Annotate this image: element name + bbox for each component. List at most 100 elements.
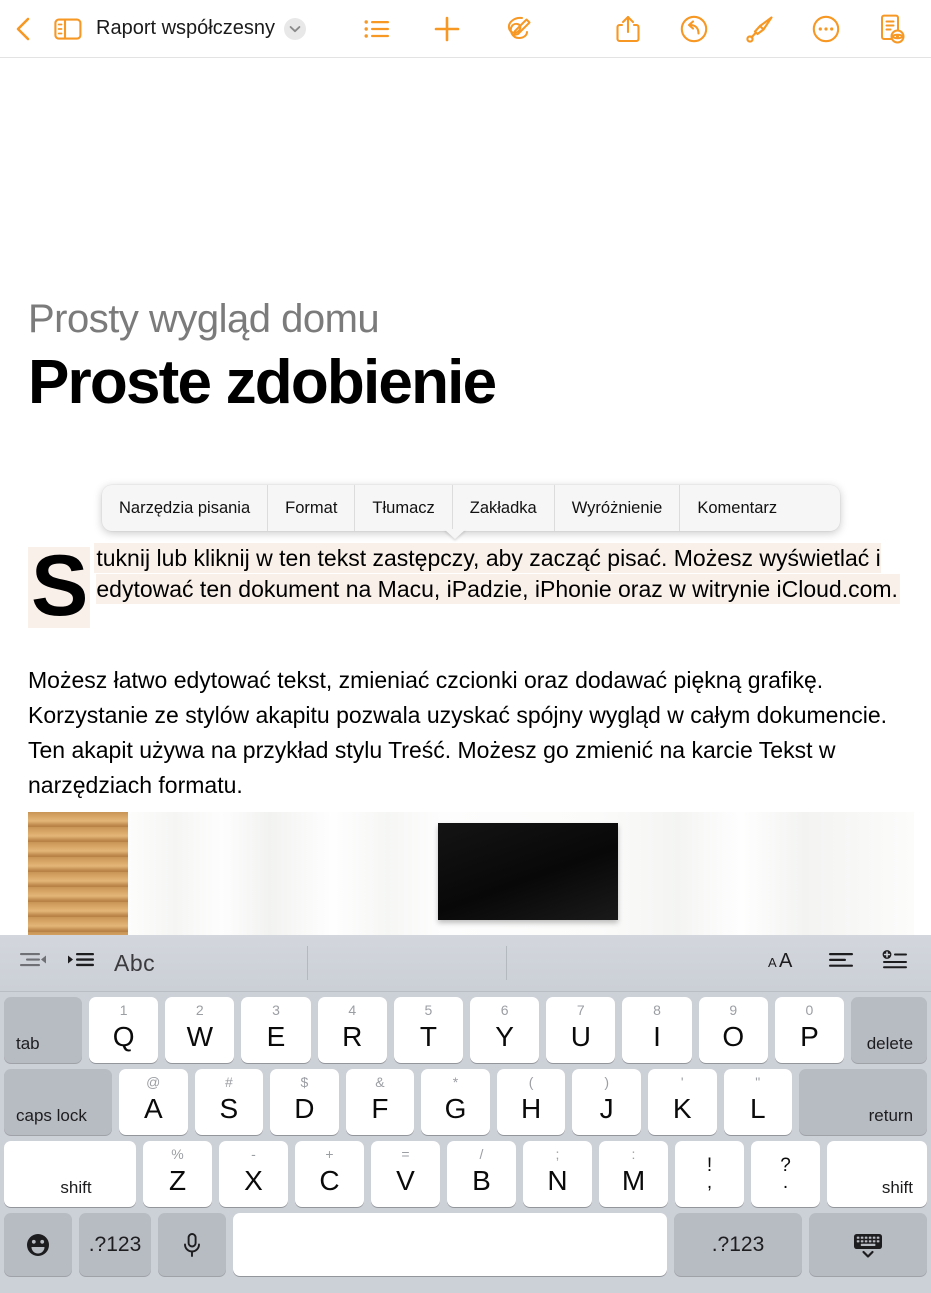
key-b[interactable]: / B <box>447 1141 516 1207</box>
key-space[interactable] <box>233 1213 667 1276</box>
outdent-button[interactable] <box>18 949 48 978</box>
key-g[interactable]: * G <box>421 1069 490 1135</box>
key-c[interactable]: + C <box>295 1141 364 1207</box>
align-button[interactable] <box>827 949 855 978</box>
key-j-label: J <box>599 1093 614 1124</box>
key-q-label: Q <box>112 1021 135 1052</box>
key-t[interactable]: 5T <box>393 997 464 1063</box>
draw-button[interactable] <box>500 11 534 47</box>
paragraph-one[interactable]: S tuknij lub kliknij w ten tekst zastępc… <box>28 543 908 629</box>
key-m[interactable]: :M <box>599 1141 668 1207</box>
key-a[interactable]: @ A <box>119 1069 188 1135</box>
key-v-label: V <box>396 1165 415 1196</box>
key-caps-lock[interactable]: caps lock <box>4 1069 112 1135</box>
key-dismiss-keyboard[interactable] <box>809 1213 927 1276</box>
share-up-arrow-icon <box>616 15 640 42</box>
key-p[interactable]: 0P <box>774 997 845 1063</box>
ellipsis-circle-icon <box>812 15 840 42</box>
document-view-button[interactable] <box>875 11 909 47</box>
top-toolbar: Raport współczesny <box>0 0 931 58</box>
key-u-alt: 7 <box>576 1002 585 1018</box>
key-z[interactable]: % Z <box>143 1141 212 1207</box>
key-i-alt: 8 <box>653 1002 661 1018</box>
key-e-alt: 3 <box>272 1002 280 1018</box>
key-o[interactable]: 9O <box>698 997 768 1063</box>
paragraph-one-text[interactable]: tuknij lub kliknij w ten tekst zastępczy… <box>28 543 908 605</box>
keyboard-row-1: tab 1Q 2W 3E 4R 5T 6Y 7U 8I 9O 0P delete <box>4 997 928 1063</box>
key-n[interactable]: ; N <box>523 1141 592 1207</box>
key-k[interactable]: ' K <box>647 1069 717 1135</box>
insert-list-button[interactable] <box>881 949 909 978</box>
key-delete[interactable]: delete <box>851 997 928 1063</box>
ctx-writing-tools[interactable]: Narzędzia pisania <box>102 485 269 531</box>
ctx-format[interactable]: Format <box>268 485 356 531</box>
key-d[interactable]: $ D <box>270 1069 339 1135</box>
toolbar-right-group <box>611 11 909 47</box>
key-f[interactable]: & F <box>345 1069 415 1135</box>
key-z-alt: % <box>171 1146 184 1162</box>
indent-button[interactable] <box>66 949 96 978</box>
key-k-label: K <box>672 1093 692 1124</box>
key-s-alt: # <box>224 1074 233 1090</box>
photo-wood-blinds <box>28 812 128 935</box>
key-question-period[interactable]: ?. <box>751 1141 820 1207</box>
more-button[interactable] <box>809 11 843 47</box>
key-s[interactable]: # S <box>194 1069 264 1135</box>
key-i[interactable]: 8I <box>622 997 692 1063</box>
key-l-alt: " <box>755 1074 761 1090</box>
document-headline[interactable]: Proste zdobienie <box>28 350 903 415</box>
key-tab[interactable]: tab <box>4 997 82 1063</box>
document-eyebrow[interactable]: Prosty wygląd domu <box>28 298 903 340</box>
key-h-alt: ( <box>528 1074 534 1090</box>
key-emoji[interactable] <box>4 1213 72 1276</box>
keyboard-row-2: caps lock @ A # S $ D & F * G (H ) J ' K " L ret… <box>4 1069 928 1135</box>
ctx-translate[interactable]: Tłumacz <box>355 485 453 531</box>
key-exclam-comma[interactable]: !, <box>675 1141 744 1207</box>
key-q[interactable]: 1Q <box>89 997 159 1063</box>
outdent-icon <box>20 952 46 966</box>
key-numbers-right-label: .?123 <box>711 1232 765 1256</box>
key-v[interactable]: = V <box>371 1141 440 1207</box>
title-menu-button[interactable] <box>283 17 306 40</box>
key-microphone[interactable] <box>158 1213 226 1276</box>
key-r[interactable]: 4R <box>317 997 387 1063</box>
sidebar-toggle-button[interactable] <box>46 7 90 51</box>
paragraph-two[interactable]: Możesz łatwo edytować tekst, zmieniać cz… <box>28 663 916 803</box>
key-shift-left[interactable]: shift <box>4 1141 136 1207</box>
insert-button[interactable] <box>430 11 464 47</box>
keyboard-rows: tab 1Q 2W 3E 4R 5T 6Y 7U 8I 9O 0P delete… <box>0 992 931 1282</box>
back-button[interactable] <box>0 7 46 51</box>
key-y[interactable]: 6Y <box>470 997 540 1063</box>
format-paint-button[interactable] <box>743 11 777 47</box>
key-i-label: I <box>653 1021 661 1052</box>
ctx-highlight[interactable]: Wyróżnienie <box>555 485 681 531</box>
key-shift-right[interactable]: shift <box>827 1141 927 1207</box>
undo-arrow-circle-icon <box>680 15 708 42</box>
format-list-button[interactable] <box>360 11 394 47</box>
key-x[interactable]: -X <box>219 1141 288 1207</box>
share-button[interactable] <box>611 11 645 47</box>
document-photo[interactable] <box>28 812 914 935</box>
undo-button[interactable] <box>677 11 711 47</box>
key-numbers-left[interactable]: .?123 <box>79 1213 151 1276</box>
key-w[interactable]: 2W <box>165 997 235 1063</box>
text-size-button[interactable]: A A <box>767 949 801 978</box>
key-q-alt: 1 <box>119 1002 128 1018</box>
key-f-alt: & <box>375 1074 385 1090</box>
key-h[interactable]: (H <box>496 1069 566 1135</box>
toolbar-divider-1 <box>307 946 309 980</box>
paragraph-style-label[interactable]: Abc <box>114 950 155 977</box>
ctx-comment[interactable]: Komentarz <box>680 485 794 531</box>
document-title[interactable]: Raport współczesny <box>96 17 275 40</box>
scribble-pen-icon <box>507 16 531 39</box>
key-j[interactable]: ) J <box>572 1069 641 1135</box>
key-b-label: B <box>472 1165 491 1196</box>
key-numbers-right[interactable]: .?123 <box>674 1213 802 1276</box>
key-l[interactable]: " L <box>723 1069 793 1135</box>
key-u[interactable]: 7U <box>546 997 616 1063</box>
ctx-bookmark[interactable]: Zakładka <box>453 485 555 531</box>
key-n-label: N <box>547 1165 568 1196</box>
key-return[interactable]: return <box>799 1069 928 1135</box>
key-e[interactable]: 3E <box>241 997 311 1063</box>
key-z-label: Z <box>168 1165 187 1196</box>
